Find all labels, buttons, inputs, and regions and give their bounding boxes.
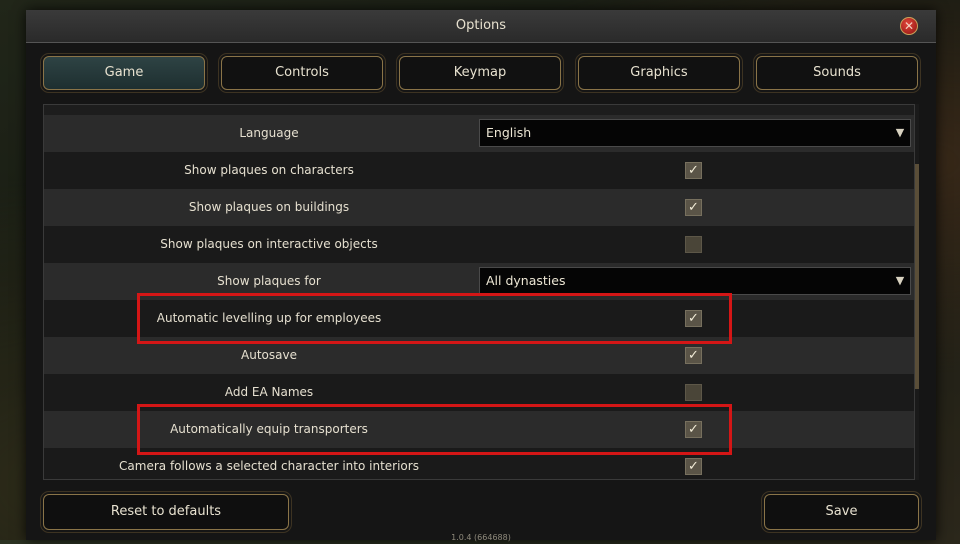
- autosave-checkbox[interactable]: ✓: [685, 347, 702, 364]
- setting-row-plaques-characters: Show plaques on characters ✓: [44, 152, 914, 189]
- plaques-for-dropdown[interactable]: All dynasties ▼: [479, 267, 911, 295]
- dropdown-value: All dynasties: [486, 273, 566, 288]
- scrollbar-thumb[interactable]: [915, 164, 919, 389]
- setting-label: Show plaques on buildings: [188, 200, 350, 214]
- window-title: Options: [455, 18, 507, 33]
- setting-label: Language: [239, 126, 299, 140]
- chevron-down-icon: ▼: [895, 126, 905, 139]
- language-dropdown[interactable]: English ▼: [479, 119, 911, 147]
- options-window: Options ✕ Game Controls Keymap Graphics …: [26, 10, 936, 542]
- tab-graphics[interactable]: Graphics: [575, 53, 743, 93]
- plaques-buildings-checkbox[interactable]: ✓: [685, 199, 702, 216]
- tab-game[interactable]: Game: [40, 53, 208, 93]
- plaques-characters-checkbox[interactable]: ✓: [685, 162, 702, 179]
- camera-follows-checkbox[interactable]: ✓: [685, 458, 702, 475]
- save-button[interactable]: Save: [761, 491, 922, 533]
- chevron-down-icon: ▼: [895, 274, 905, 287]
- plaques-interactive-checkbox[interactable]: [685, 236, 702, 253]
- dropdown-value: English: [486, 125, 532, 140]
- setting-label: Show plaques on characters: [184, 163, 354, 177]
- scrollbar[interactable]: [915, 104, 919, 480]
- highlight-box-equip-transporters: [137, 404, 732, 455]
- reset-defaults-button[interactable]: Reset to defaults: [40, 491, 292, 533]
- setting-row-language: Language English ▼: [44, 115, 914, 152]
- ea-names-checkbox[interactable]: [685, 384, 702, 401]
- tab-keymap[interactable]: Keymap: [396, 53, 564, 93]
- settings-list: Language English ▼ Show plaques on chara…: [43, 104, 915, 480]
- close-icon[interactable]: ✕: [900, 17, 918, 35]
- setting-row-plaques-buildings: Show plaques on buildings ✓: [44, 189, 914, 226]
- setting-label: Show plaques on interactive objects: [160, 237, 378, 251]
- setting-row-plaques-interactive: Show plaques on interactive objects: [44, 226, 914, 263]
- version-text: 1.0.4 (664688): [451, 533, 511, 542]
- tab-sounds[interactable]: Sounds: [753, 53, 921, 93]
- tab-controls[interactable]: Controls: [218, 53, 386, 93]
- highlight-box-auto-levelling: [137, 293, 732, 344]
